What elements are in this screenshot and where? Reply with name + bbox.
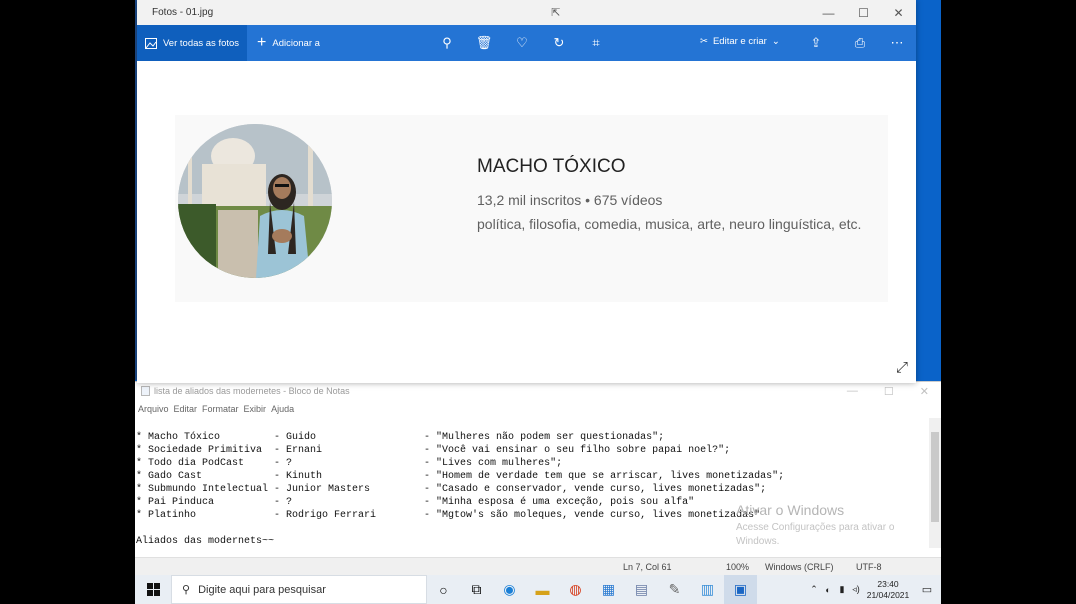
avatar-photo xyxy=(178,124,332,278)
zoom-icon[interactable]: ⚲ xyxy=(438,34,456,52)
scrollbar-thumb[interactable] xyxy=(931,432,939,522)
notifications-icon[interactable]: ▭ xyxy=(913,583,941,596)
app-icon[interactable]: ▦ xyxy=(592,575,625,604)
edit-create-label: Editar e criar xyxy=(712,36,767,47)
photos-icon xyxy=(145,37,157,49)
text-line: * Macho Tóxico - Guido - "Mulheres não p… xyxy=(136,432,665,443)
task-view-icon[interactable]: ⧉ xyxy=(460,575,493,604)
system-tray: ⌃ ◐ ▮ ◃) 23:40 21/04/2021 ▭ xyxy=(807,575,941,604)
channel-name: MACHO TÓXICO xyxy=(477,156,626,177)
chevron-down-icon: ⌄ xyxy=(771,36,780,47)
photo-canvas: MACHO TÓXICO 13,2 mil inscritos • 675 ví… xyxy=(145,61,916,383)
clock[interactable]: 23:40 21/04/2021 xyxy=(863,579,913,601)
text-line: * Todo dia PodCast - ? - "Lives com mulh… xyxy=(136,458,563,469)
notepad-minimize-button[interactable]: — xyxy=(847,385,858,398)
text-line: * Submundo Intelectual - Junior Masters … xyxy=(136,484,767,495)
clock-date: 21/04/2021 xyxy=(866,589,910,600)
minimize-button[interactable]: — xyxy=(811,6,846,20)
windows-icon xyxy=(146,583,160,596)
activation-watermark-title: Ativar o Windows xyxy=(736,502,845,518)
notepad-title: lista de aliados das modernetes - Bloco … xyxy=(154,386,350,396)
maximize-button[interactable]: ☐ xyxy=(846,6,881,20)
photos-window: Fotos - 01.jpg ⇱ — ☐ ✕ Ver todas as foto… xyxy=(137,0,916,383)
search-placeholder: Digite aqui para pesquisar xyxy=(198,583,326,596)
status-encoding: UTF-8 xyxy=(856,562,882,572)
add-to-label: Adicionar a xyxy=(272,37,320,49)
volume-icon[interactable]: ◃) xyxy=(849,584,863,595)
notepad-vertical-scrollbar[interactable] xyxy=(929,418,941,548)
notepad-menubar: Arquivo Editar Formatar Exibir Ajuda xyxy=(135,400,941,418)
notepad-taskbar-icon[interactable]: ▥ xyxy=(691,575,724,604)
add-to-button[interactable]: + Adicionar a xyxy=(257,34,320,52)
rotate-icon[interactable]: ↻ xyxy=(550,34,568,52)
print-icon[interactable]: ⎙ xyxy=(851,34,869,52)
app-icon[interactable]: ✎ xyxy=(658,575,691,604)
app-icon[interactable]: ▤ xyxy=(625,575,658,604)
start-button[interactable] xyxy=(135,575,171,604)
taskbar: ⚲ Digite aqui para pesquisar ○ ⧉ ◉ ▬ ◍ ▦… xyxy=(135,575,941,604)
notepad-titlebar[interactable]: lista de aliados das modernetes - Bloco … xyxy=(135,382,941,400)
notepad-close-button[interactable]: ✕ xyxy=(920,385,929,398)
notepad-window: lista de aliados das modernetes - Bloco … xyxy=(135,381,941,575)
menu-arquivo[interactable]: Arquivo xyxy=(138,404,169,414)
menu-ajuda[interactable]: Ajuda xyxy=(271,404,294,414)
tray-expand-icon[interactable]: ⌃ xyxy=(807,584,821,595)
text-line: * Gado Cast - Kinuth - "Homem de verdade… xyxy=(136,471,785,482)
cortana-icon[interactable]: ○ xyxy=(427,575,460,604)
channel-description: política, filosofia, comedia, musica, ar… xyxy=(477,216,862,232)
file-explorer-icon[interactable]: ▬ xyxy=(526,575,559,604)
plus-icon: + xyxy=(257,34,267,51)
see-all-photos-button[interactable]: Ver todas as fotos xyxy=(137,25,248,61)
see-all-label: Ver todas as fotos xyxy=(163,37,240,49)
photos-taskbar-icon[interactable]: ▣ xyxy=(724,575,757,604)
activation-watermark-text: Acesse Configurações para ativar o Windo… xyxy=(736,522,895,547)
photos-title: Fotos - 01.jpg xyxy=(152,7,214,18)
share-icon[interactable]: ⇪ xyxy=(807,34,825,52)
close-button[interactable]: ✕ xyxy=(881,6,916,20)
clock-time: 23:40 xyxy=(877,578,899,589)
chrome-icon[interactable]: ◍ xyxy=(559,575,592,604)
edit-icon: ✂ xyxy=(700,36,708,47)
status-zoom: 100% xyxy=(726,562,750,572)
channel-stats: 13,2 mil inscritos • 675 vídeos xyxy=(477,192,663,208)
menu-editar[interactable]: Editar xyxy=(174,404,198,414)
menu-exibir[interactable]: Exibir xyxy=(244,404,267,414)
crop-icon[interactable]: ⌗ xyxy=(587,34,605,52)
text-line: * Sociedade Primitiva - Ernani - "Você v… xyxy=(136,445,731,456)
notepad-icon xyxy=(141,386,150,396)
expand-icon[interactable]: ⤢ xyxy=(896,359,908,376)
status-eol: Windows (CRLF) xyxy=(765,562,834,572)
notepad-statusbar: Ln 7, Col 61 100% Windows (CRLF) UTF-8 xyxy=(135,557,941,575)
taskbar-search[interactable]: ⚲ Digite aqui para pesquisar xyxy=(171,575,427,604)
more-icon[interactable]: ⋯ xyxy=(888,34,906,52)
search-icon: ⚲ xyxy=(182,584,191,596)
status-position: Ln 7, Col 61 xyxy=(623,562,672,572)
channel-avatar xyxy=(178,124,332,278)
channel-card: MACHO TÓXICO 13,2 mil inscritos • 675 ví… xyxy=(175,115,888,302)
delete-icon[interactable]: 🗑 xyxy=(475,34,493,52)
desktop: lista de aliados das modernetes - Bloco … xyxy=(135,0,941,604)
network-icon[interactable]: ◐ xyxy=(821,585,835,595)
menu-formatar[interactable]: Formatar xyxy=(202,404,239,414)
microphone-icon[interactable]: ▮ xyxy=(835,584,849,595)
notepad-maximize-button[interactable]: ☐ xyxy=(884,385,894,398)
favorite-icon[interactable]: ♡ xyxy=(513,34,531,52)
photos-titlebar[interactable]: Fotos - 01.jpg ⇱ — ☐ ✕ xyxy=(137,0,916,25)
cursor-icon: ⇱ xyxy=(551,7,561,19)
edit-create-button[interactable]: ✂ Editar e criar ⌄ xyxy=(700,36,780,47)
edge-icon[interactable]: ◉ xyxy=(493,575,526,604)
photos-toolbar: Ver todas as fotos + Adicionar a ⚲ 🗑 ♡ ↻… xyxy=(137,25,916,61)
